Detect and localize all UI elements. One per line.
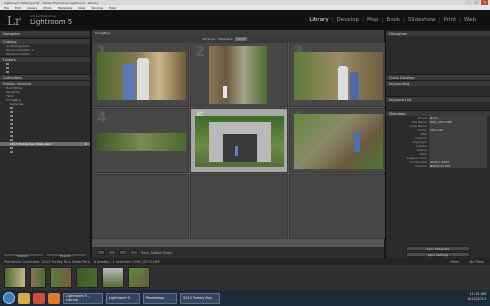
- sort-label[interactable]: Sort: Added Order: [141, 251, 173, 255]
- metadata-field: Camera NIKON D7000: [386, 164, 490, 168]
- firefox-icon[interactable]: [48, 292, 60, 304]
- module-print[interactable]: Print: [443, 17, 456, 23]
- grid-cell[interactable]: 2: [190, 42, 288, 107]
- gallery-icon: [10, 147, 13, 149]
- gallery-icon: [10, 127, 13, 129]
- import-button[interactable]: Import...: [3, 253, 44, 258]
- gallery-row[interactable]: [0, 150, 90, 154]
- grid-cell[interactable]: 1: [92, 42, 190, 107]
- grid-cell[interactable]: 4: [92, 108, 190, 173]
- filter-label: Filter:: [450, 259, 460, 264]
- filmstrip-thumb[interactable]: [128, 267, 150, 288]
- filmstrip: [0, 265, 490, 290]
- menu-window[interactable]: Window: [91, 6, 103, 10]
- filmstrip-header: Published Collection: 2013 Turkey Run St…: [0, 258, 490, 265]
- grid-cell-empty: [190, 174, 288, 239]
- window-title: Lightroom Catalog.lrcat - Adobe Photosho…: [4, 0, 99, 5]
- filmstrip-info: 6 photos / 1 selected / DSC_0071.NEF: [93, 259, 161, 264]
- module-develop[interactable]: Develop: [336, 17, 359, 23]
- gallery-icon: [10, 135, 13, 137]
- photo-thumbnail[interactable]: [293, 114, 383, 169]
- grid-cell-empty: [92, 174, 190, 239]
- gallery-icon: [10, 111, 13, 113]
- photo-thumbnail[interactable]: [97, 52, 186, 100]
- module-picker: Library | Develop | Map | Book | Slideshow | …: [309, 17, 476, 23]
- left-panel: Navigator Catalog All Photographs Quick …: [0, 30, 91, 258]
- taskbar-task[interactable]: 2013 Turkey Run: [180, 292, 220, 304]
- gallery-icon: [10, 119, 13, 121]
- photo-thumbnail[interactable]: [97, 133, 186, 151]
- menu-help[interactable]: Help: [109, 6, 116, 10]
- windows-taskbar: Lightroom 5 - Library Lightroom 5 Photos…: [0, 290, 490, 306]
- start-button[interactable]: [3, 292, 15, 304]
- grid-cell-empty: [288, 174, 386, 239]
- taskbar-task[interactable]: Lightroom 5 - Library: [63, 292, 103, 304]
- lightroom-logo: Lr: [7, 14, 21, 28]
- system-tray-clock[interactable]: 11:15 AM 8/12/2013: [468, 292, 486, 302]
- gallery-icon: [10, 107, 13, 109]
- grid-toolbar: Sort: Added Order: [92, 247, 384, 258]
- module-book[interactable]: Book: [386, 17, 400, 23]
- gallery-icon: [10, 139, 13, 141]
- photo-thumbnail[interactable]: [293, 52, 383, 100]
- grid-cell-selected[interactable]: 5: [190, 108, 288, 173]
- gallery-icon: [10, 131, 13, 133]
- filmstrip-thumb-selected[interactable]: [102, 267, 124, 288]
- chrome-icon[interactable]: [33, 292, 45, 304]
- brand-big: Lightroom 5: [30, 18, 73, 26]
- photo-thumbnail[interactable]: [209, 46, 268, 104]
- folder-icon: [6, 67, 9, 69]
- sync-settings-button[interactable]: Sync Settings: [406, 252, 470, 257]
- grid-cell[interactable]: 3: [288, 42, 386, 107]
- filmstrip-thumb[interactable]: [30, 267, 46, 288]
- taskbar-task[interactable]: Lightroom 5: [106, 292, 140, 304]
- module-slideshow[interactable]: Slideshow: [408, 17, 436, 23]
- module-web[interactable]: Web: [464, 17, 476, 23]
- smugmug-label: SmugMug: [95, 31, 111, 35]
- compare-view-button[interactable]: [119, 250, 127, 255]
- grid-view-button[interactable]: [97, 250, 105, 255]
- filmstrip-path[interactable]: Published Collection: 2013 Turkey Run St…: [4, 260, 90, 264]
- menu-library[interactable]: Library: [27, 6, 38, 10]
- taskbar-task[interactable]: Photoshop: [143, 292, 177, 304]
- menu-metadata[interactable]: Metadata: [58, 6, 72, 10]
- right-panel: Histogram Quick Develop Keywording Keywo…: [385, 30, 490, 258]
- filmstrip-thumb[interactable]: [50, 267, 72, 288]
- thumbnail-grid: 1 2 3 4 5: [92, 42, 386, 247]
- photo-thumbnail[interactable]: [195, 116, 285, 167]
- filmstrip-thumb[interactable]: [76, 267, 98, 288]
- filter-select[interactable]: No Filter: [469, 260, 484, 264]
- filter-attribute[interactable]: Attribute: [202, 37, 215, 41]
- clock-date: 8/12/2013: [468, 297, 486, 301]
- folder-icon: [6, 63, 9, 65]
- module-library[interactable]: Library: [309, 17, 328, 23]
- menu-file[interactable]: File: [4, 6, 9, 10]
- sync-metadata-button[interactable]: Sync Metadata: [406, 246, 470, 251]
- folder-icon: [6, 71, 9, 73]
- filter-none[interactable]: None: [235, 37, 248, 41]
- filmstrip-thumb[interactable]: [4, 267, 26, 288]
- survey-view-button[interactable]: [130, 250, 138, 255]
- export-button[interactable]: Export...: [46, 253, 87, 258]
- grid-view: SmugMug Attribute Metadata None 1 2 3: [92, 30, 386, 258]
- gallery-icon: [10, 123, 13, 125]
- gallery-icon: [10, 115, 13, 117]
- menu-photo[interactable]: Photo: [43, 6, 52, 10]
- menu-edit[interactable]: Edit: [15, 6, 21, 10]
- module-map[interactable]: Map: [367, 17, 379, 23]
- gallery-icon: [10, 151, 13, 153]
- menu-view[interactable]: View: [78, 6, 85, 10]
- filter-metadata[interactable]: Metadata: [218, 37, 232, 41]
- grid-cell[interactable]: 6: [288, 108, 386, 173]
- explorer-icon[interactable]: [18, 292, 30, 304]
- loupe-view-button[interactable]: [108, 250, 116, 255]
